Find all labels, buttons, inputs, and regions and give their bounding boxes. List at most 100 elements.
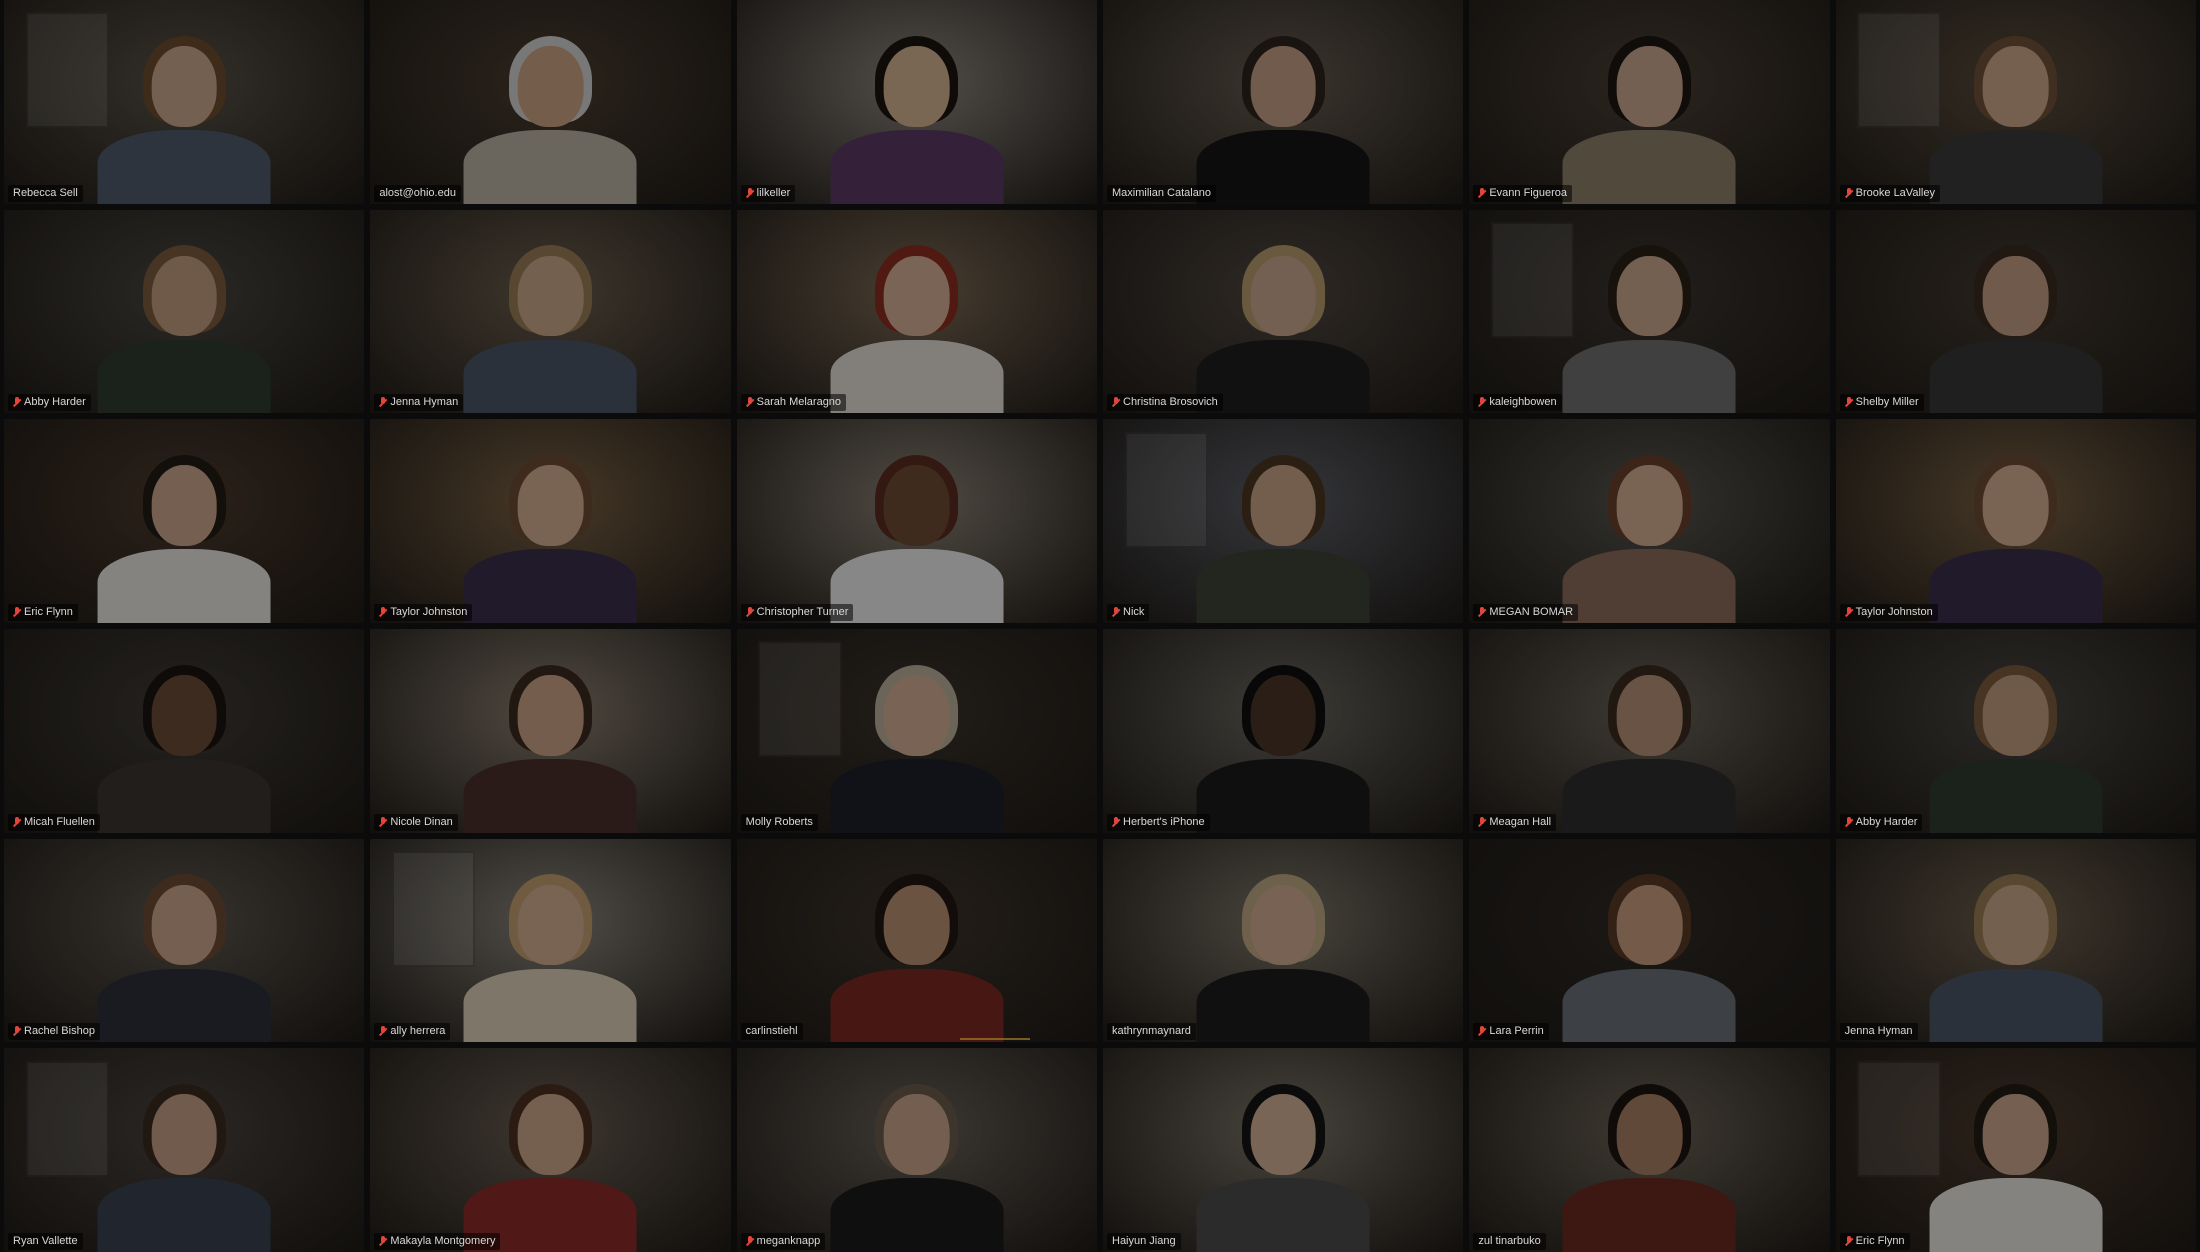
participant-name-tag: ally herrera — [374, 1023, 451, 1041]
participant-tile[interactable]: Eric Flynn — [1835, 1048, 2196, 1252]
participant-tile[interactable]: Abby Harder — [4, 209, 365, 414]
video-dim-overlay — [4, 1048, 365, 1252]
participant-tile[interactable]: Rebecca Sell — [4, 0, 365, 204]
participant-name-tag: Evann Figueroa — [1473, 184, 1572, 202]
participant-tile[interactable]: Abby Harder — [1835, 629, 2196, 833]
video-dim-overlay — [370, 0, 731, 204]
video-dim-overlay — [1835, 419, 2196, 623]
participant-name: Nick — [1123, 606, 1145, 618]
participant-tile[interactable]: Micah Fluellen — [4, 629, 365, 833]
participant-tile[interactable]: Taylor Johnston — [1835, 419, 2196, 623]
video-dim-overlay — [736, 1048, 1097, 1252]
participant-name: carlinstiehl — [745, 1025, 798, 1038]
participant-name: Abby Harder — [1855, 815, 1918, 828]
participant-tile[interactable]: Haiyun Jiang — [1103, 1048, 1464, 1252]
participant-name-tag: alost@ohio.edu — [374, 184, 461, 202]
participant-name: Taylor Johnston — [1855, 606, 1933, 618]
participant-name-tag: meganknapp — [740, 1233, 826, 1250]
video-dim-overlay — [1103, 629, 1464, 833]
participant-name-tag: Sarah Melaragno — [740, 394, 847, 412]
muted-mic-icon — [379, 397, 387, 408]
video-dim-overlay — [1103, 209, 1464, 414]
participant-name: Maximilian Catalano — [1112, 186, 1212, 199]
participant-tile[interactable]: Ryan Vallette — [4, 1048, 365, 1252]
participant-name: Christina Brosovich — [1123, 396, 1218, 409]
participant-name-tag: Molly Roberts — [740, 813, 818, 831]
participant-tile[interactable]: Meagan Hall — [1469, 629, 1830, 833]
video-dim-overlay — [1469, 0, 1830, 204]
video-dim-overlay — [370, 838, 731, 1043]
participant-tile[interactable]: ally herrera — [370, 838, 731, 1043]
participant-tile[interactable]: Jenna Hyman — [370, 209, 731, 414]
participant-name-tag: Christina Brosovich — [1107, 394, 1223, 412]
video-dim-overlay — [1835, 209, 2196, 414]
muted-mic-icon — [13, 1026, 21, 1037]
participant-tile[interactable]: Christopher Turner — [736, 419, 1097, 623]
participant-tile[interactable]: Jenna Hyman — [1835, 838, 2196, 1043]
participant-tile[interactable]: Molly Roberts — [736, 629, 1097, 833]
participant-name: Rachel Bishop — [24, 1025, 95, 1038]
participant-tile[interactable]: kaleighbowen — [1469, 209, 1830, 414]
participant-tile[interactable]: Maximilian Catalano — [1103, 0, 1464, 204]
participant-tile[interactable]: carlinstiehl — [736, 838, 1097, 1043]
video-dim-overlay — [1103, 0, 1464, 204]
participant-tile[interactable]: Christina Brosovich — [1103, 209, 1464, 414]
participant-tile[interactable]: alost@ohio.edu — [370, 0, 731, 204]
video-dim-overlay — [370, 419, 731, 623]
participant-tile[interactable]: lilkeller — [736, 0, 1097, 204]
participant-name: Shelby Miller — [1855, 396, 1919, 409]
participant-tile[interactable]: Shelby Miller — [1835, 209, 2196, 414]
participant-name-tag: lilkeller — [740, 184, 796, 202]
muted-mic-icon — [746, 1236, 754, 1247]
video-dim-overlay — [4, 419, 365, 623]
participant-name: Meagan Hall — [1489, 815, 1552, 828]
participant-tile[interactable]: Evann Figueroa — [1469, 0, 1830, 204]
participant-tile[interactable]: Eric Flynn — [4, 419, 365, 623]
video-dim-overlay — [1469, 629, 1830, 833]
participant-tile[interactable]: zul tinarbuko — [1469, 1048, 1830, 1252]
participant-name-tag: Eric Flynn — [8, 604, 78, 621]
participant-tile[interactable]: Lara Perrin — [1469, 838, 1830, 1043]
participant-tile[interactable]: meganknapp — [736, 1048, 1097, 1252]
participant-name: Sarah Melaragno — [756, 396, 842, 409]
muted-mic-icon — [1478, 187, 1486, 199]
participant-name-tag: Eric Flynn — [1839, 1233, 1910, 1250]
participant-tile[interactable]: Brooke LaValley — [1835, 0, 2196, 204]
video-dim-overlay — [370, 629, 731, 833]
active-speaker-bar — [960, 1038, 1030, 1040]
muted-mic-icon — [1112, 397, 1120, 408]
participant-name-tag: Meagan Hall — [1473, 813, 1557, 831]
participant-tile[interactable]: Herbert's iPhone — [1103, 629, 1464, 833]
participant-name-tag: Abby Harder — [1839, 813, 1923, 831]
participant-name: Herbert's iPhone — [1123, 815, 1205, 828]
video-dim-overlay — [1103, 419, 1464, 623]
video-dim-overlay — [370, 209, 731, 414]
participant-tile[interactable]: Sarah Melaragno — [736, 209, 1097, 414]
video-dim-overlay — [4, 209, 365, 414]
participant-name: kathrynmaynard — [1112, 1025, 1191, 1038]
participant-name-tag: Maximilian Catalano — [1107, 184, 1217, 202]
participant-name: ally herrera — [390, 1025, 446, 1038]
participant-name-tag: Makayla Montgomery — [374, 1233, 501, 1250]
participant-tile[interactable]: Makayla Montgomery — [370, 1048, 731, 1252]
video-dim-overlay — [1835, 1048, 2196, 1252]
participant-tile[interactable]: Taylor Johnston — [370, 419, 731, 623]
participant-tile[interactable]: kathrynmaynard — [1103, 838, 1464, 1043]
participant-tile[interactable]: MEGAN BOMAR — [1469, 419, 1830, 623]
participant-name-tag: Brooke LaValley — [1839, 184, 1940, 202]
participant-name: Jenna Hyman — [1844, 1025, 1913, 1038]
muted-mic-icon — [1845, 397, 1853, 408]
participant-tile[interactable]: Rachel Bishop — [4, 838, 365, 1043]
participant-tile[interactable]: Nicole Dinan — [370, 629, 731, 833]
muted-mic-icon — [379, 1026, 387, 1037]
gallery-grid: Rebecca Sell alost@ohio.edu lilkeller Maxim… — [0, 0, 2200, 1252]
participant-name: meganknapp — [756, 1235, 821, 1247]
video-dim-overlay — [1835, 838, 2196, 1043]
participant-name-tag: Micah Fluellen — [8, 813, 100, 831]
muted-mic-icon — [13, 816, 21, 828]
participant-name-tag: Herbert's iPhone — [1107, 813, 1210, 831]
muted-mic-icon — [379, 607, 387, 618]
participant-tile[interactable]: Nick — [1103, 419, 1464, 623]
video-dim-overlay — [736, 209, 1097, 414]
participant-name: Taylor Johnston — [390, 606, 468, 618]
